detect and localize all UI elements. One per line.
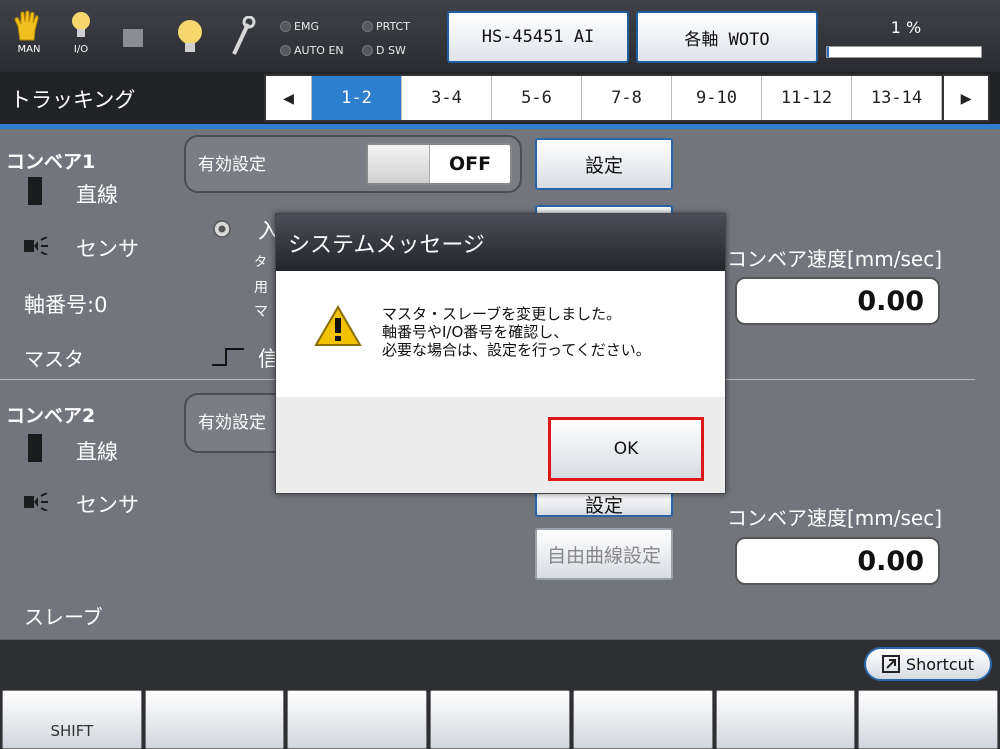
hand-icon — [14, 10, 39, 41]
radio-icon[interactable] — [212, 219, 232, 239]
title-bar: トラッキング ◀ 1-2 3-4 5-6 7-8 9-10 11-12 13-1… — [0, 72, 1000, 124]
d-sw-led: D SW — [362, 44, 406, 57]
speed-override-label: 1 % — [890, 18, 922, 37]
conveyor2-type-icon — [28, 434, 42, 462]
page-title: トラッキング — [10, 88, 136, 112]
tab-5-6[interactable]: 5-6 — [492, 76, 582, 120]
bulb-icon — [72, 12, 90, 37]
partial-text-3: 用 — [254, 280, 268, 296]
dialog-body: マスタ・スレーブを変更しました。 軸番号やI/O番号を確認し、 必要な場合は、設… — [276, 271, 725, 397]
conveyor2-header: コンベア2 — [6, 405, 96, 427]
partial-text-2: タ — [254, 255, 268, 270]
tab-9-10[interactable]: 9-10 — [672, 76, 762, 120]
emg-led: EMG — [280, 20, 319, 33]
lamp-indicator — [176, 18, 204, 70]
triangle-right-icon: ▶ — [960, 87, 972, 109]
function-key-3[interactable] — [287, 690, 428, 749]
tab-bar: ◀ 1-2 3-4 5-6 7-8 9-10 11-12 13-14 ▶ — [264, 74, 990, 122]
conveyor1-enable-toggle[interactable]: OFF — [366, 143, 512, 185]
conveyor1-axis-label: 軸番号:0 — [24, 293, 108, 317]
ok-button[interactable]: OK — [548, 417, 704, 481]
function-key-6[interactable] — [715, 690, 856, 749]
function-key-5[interactable] — [572, 690, 713, 749]
free-curve-setting-button[interactable]: 自由曲線設定 — [535, 528, 673, 580]
conveyor2-type-label: 直線 — [76, 440, 118, 464]
tab-1-2[interactable]: 1-2 — [312, 76, 402, 120]
shortcut-label: Shortcut — [905, 654, 975, 674]
conveyor2-speed-label: コンベア速度[mm/sec] — [727, 506, 943, 530]
auto-en-led: AUTO EN — [280, 44, 344, 57]
axis-mode-button[interactable]: 各軸 WOTO — [636, 11, 818, 63]
dialog-message-line: 必要な場合は、設定を行ってください。 — [382, 341, 651, 359]
shortcut-icon — [881, 655, 900, 673]
warning-icon — [314, 305, 362, 346]
shortcut-button[interactable]: Shortcut — [864, 647, 992, 681]
man-label: MAN — [17, 44, 41, 55]
system-message-dialog: システムメッセージ マスタ・スレーブを変更しました。 軸番号やI/O番号を確認し… — [275, 213, 726, 494]
tab-11-12[interactable]: 11-12 — [762, 76, 852, 120]
conveyor1-setting-button[interactable]: 設定 — [535, 138, 673, 190]
conveyor2-role-label: スレーブ — [24, 605, 103, 629]
conveyor1-role-label: マスタ — [24, 347, 84, 371]
prtct-led: PRTCT — [362, 20, 410, 33]
wrench-icon — [232, 16, 256, 55]
conveyor1-speed-label: コンベア速度[mm/sec] — [727, 247, 943, 271]
bulb-icon — [178, 20, 202, 52]
sensor-icon — [24, 237, 48, 255]
function-key-4[interactable] — [430, 690, 570, 749]
tab-3-4[interactable]: 3-4 — [402, 76, 492, 120]
conveyor1-enable-label: 有効設定 — [198, 155, 266, 175]
function-key-2[interactable] — [144, 690, 285, 749]
shortcut-strip: Shortcut — [0, 639, 1000, 688]
conveyor2-sensor-label: センサ — [76, 493, 139, 517]
function-key-bar: SHIFT — [0, 688, 1000, 749]
dialog-message-line: 軸番号やI/O番号を確認し、 — [382, 323, 569, 341]
status-bar: MAN I/O EMG PRTCT AUTO EN D SW HS-45451 … — [0, 0, 1000, 72]
dialog-title: システムメッセージ — [276, 214, 725, 271]
conveyor1-enable-state: OFF — [448, 153, 492, 175]
tab-prev-button[interactable]: ◀ — [266, 76, 312, 120]
conveyor2-enable-label: 有効設定 — [198, 413, 266, 433]
sensor-icon — [24, 493, 48, 511]
tab-7-8[interactable]: 7-8 — [582, 76, 672, 120]
tab-13-14[interactable]: 13-14 — [852, 76, 942, 120]
dialog-message: マスタ・スレーブを変更しました。 軸番号やI/O番号を確認し、 必要な場合は、設… — [382, 305, 651, 359]
dialog-message-line: マスタ・スレーブを変更しました。 — [382, 305, 622, 323]
program-button[interactable]: HS-45451 AI — [447, 11, 629, 63]
conveyor1-speed-value: 0.00 — [735, 277, 940, 325]
triangle-left-icon: ◀ — [283, 87, 294, 109]
conveyor1-sensor-label: センサ — [76, 237, 139, 261]
function-key-7[interactable] — [858, 690, 999, 749]
shift-key[interactable]: SHIFT — [2, 690, 142, 749]
tab-next-button[interactable]: ▶ — [942, 76, 988, 120]
io-label: I/O — [73, 44, 89, 55]
conveyor1-header: コンベア1 — [6, 151, 96, 173]
man-mode-indicator[interactable]: MAN — [12, 10, 46, 62]
signal-edge-icon — [212, 348, 244, 366]
conveyor1-type-label: 直線 — [76, 183, 118, 207]
partial-text-4: マ — [254, 304, 268, 320]
speed-override-bar — [826, 46, 982, 58]
conveyor2-setting-button[interactable]: 設定 — [535, 491, 673, 517]
dialog-footer: OK — [276, 397, 725, 493]
conveyor2-speed-value: 0.00 — [735, 537, 940, 585]
square-icon — [123, 29, 143, 47]
tool-indicator — [228, 16, 256, 68]
conveyor1-type-icon — [28, 177, 42, 205]
io-indicator[interactable]: I/O — [70, 10, 92, 62]
